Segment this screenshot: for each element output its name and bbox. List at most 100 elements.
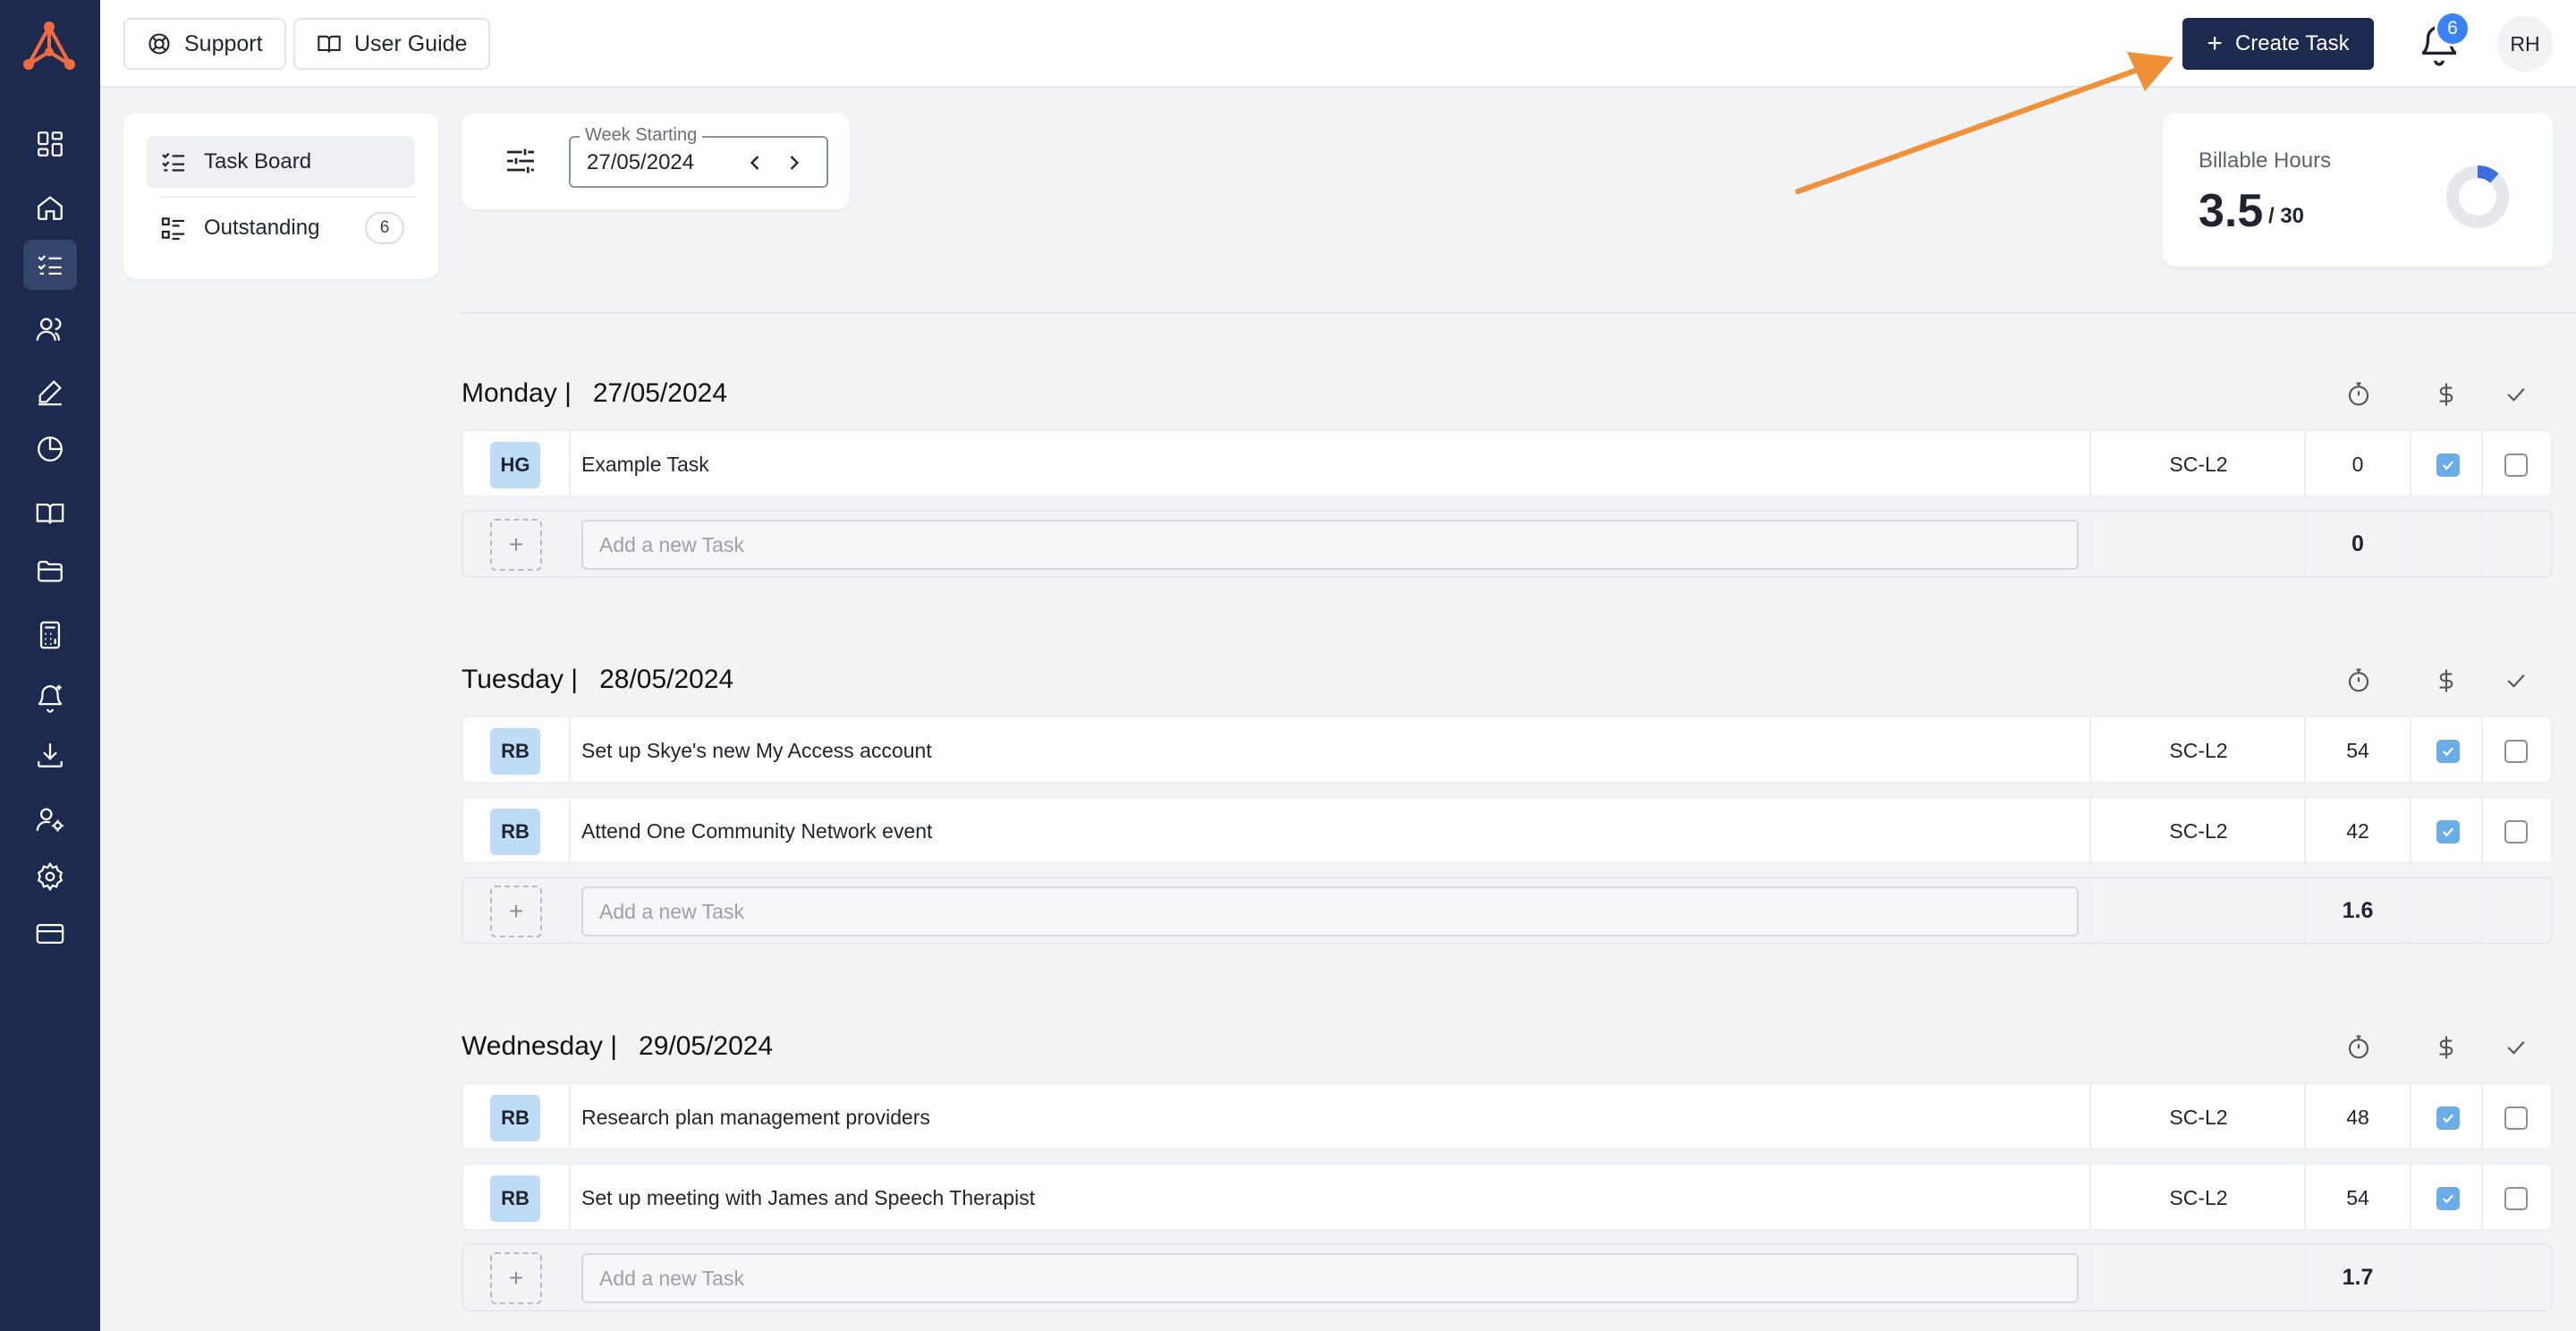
day-date: 27/05/2024: [592, 378, 728, 408]
billable-checkbox[interactable]: [2436, 1106, 2460, 1130]
cell-separator: [2089, 1245, 2091, 1310]
task-time: 48: [2346, 1106, 2369, 1129]
nav-card: Task Board Outstanding 6: [123, 113, 438, 279]
cell-separator: [569, 1084, 571, 1149]
task-row[interactable]: RB Set up meeting with James and Speech T…: [462, 1163, 2553, 1231]
task-time: 42: [2346, 819, 2369, 843]
billable-checkbox[interactable]: [2436, 740, 2460, 763]
done-checkbox[interactable]: [2504, 740, 2528, 763]
user-avatar[interactable]: RH: [2497, 16, 2553, 72]
home-icon[interactable]: [23, 182, 77, 233]
nav-item-outstanding[interactable]: Outstanding 6: [147, 202, 415, 254]
cell-separator: [2481, 431, 2483, 496]
week-starting-value: 27/05/2024: [587, 150, 695, 174]
check-icon: [2503, 381, 2529, 408]
task-row[interactable]: HG Example Task SC-L2 0: [462, 429, 2553, 497]
pie-chart-icon[interactable]: [23, 424, 77, 474]
dashboard-icon[interactable]: [23, 119, 77, 169]
add-task-input[interactable]: [581, 1253, 2079, 1303]
billable-hours-total: / 30: [2268, 204, 2305, 228]
task-name[interactable]: Example Task: [581, 453, 709, 477]
download-icon[interactable]: [23, 730, 77, 780]
gear-icon[interactable]: [23, 852, 77, 902]
task-row[interactable]: RB Research plan management providers SC-L…: [462, 1082, 2553, 1150]
app-logo[interactable]: [20, 20, 79, 73]
cell-separator: [569, 878, 571, 943]
week-starting-field[interactable]: Week Starting 27/05/2024: [569, 125, 828, 188]
task-name[interactable]: Attend One Community Network event: [581, 819, 932, 844]
support-button[interactable]: Support: [123, 18, 286, 70]
billable-donut-chart: [2446, 165, 2509, 228]
billable-checkbox[interactable]: [2436, 1187, 2460, 1210]
book-icon[interactable]: [23, 488, 77, 538]
day-header: Monday | 27/05/2024: [462, 376, 727, 411]
add-task-input[interactable]: [581, 886, 2079, 937]
task-name[interactable]: Set up meeting with James and Speech The…: [581, 1186, 1035, 1210]
done-checkbox[interactable]: [2504, 820, 2528, 844]
nav-item-task-board[interactable]: Task Board: [147, 136, 415, 188]
timer-icon: [2345, 667, 2372, 694]
task-row[interactable]: RB Attend One Community Network event SC-L…: [462, 796, 2553, 864]
bell-plus-icon[interactable]: [23, 673, 77, 723]
add-task-plus-button[interactable]: +: [490, 1252, 542, 1304]
dollar-icon: [2433, 667, 2460, 694]
day-name: Tuesday |: [462, 665, 579, 694]
filter-card: Week Starting 27/05/2024: [462, 113, 850, 209]
task-list-icon[interactable]: [23, 240, 77, 290]
assignee-initials[interactable]: HG: [490, 442, 540, 488]
nav-item-label: Task Board: [204, 149, 312, 174]
support-label: Support: [184, 30, 263, 56]
add-task-row: +1.7: [462, 1243, 2553, 1311]
done-checkbox[interactable]: [2504, 1106, 2528, 1130]
day-name: Monday |: [462, 378, 572, 408]
cell-separator: [2410, 1165, 2411, 1229]
annotation-arrow: [1795, 52, 2174, 194]
task-name[interactable]: Research plan management providers: [581, 1106, 930, 1130]
cell-separator: [2410, 1084, 2411, 1149]
add-task-plus-button[interactable]: +: [490, 886, 542, 937]
billable-checkbox[interactable]: [2436, 820, 2460, 844]
task-code: SC-L2: [2169, 1186, 2228, 1209]
add-task-input[interactable]: [581, 520, 2079, 570]
user-settings-icon[interactable]: [23, 794, 77, 844]
day-total-hours: 1.6: [2342, 898, 2374, 923]
cell-separator: [569, 1245, 571, 1310]
chevron-left-icon[interactable]: [742, 150, 767, 175]
folder-icon[interactable]: [23, 546, 77, 596]
assignee-initials[interactable]: RB: [490, 1175, 540, 1222]
create-task-button[interactable]: + Create Task: [2182, 18, 2374, 70]
credit-card-icon[interactable]: [23, 909, 77, 959]
billable-checkbox[interactable]: [2436, 454, 2460, 477]
nav-item-label: Outstanding: [204, 216, 320, 240]
task-name[interactable]: Set up Skye's new My Access account: [581, 739, 932, 763]
done-checkbox[interactable]: [2504, 454, 2528, 477]
task-time: 54: [2346, 1186, 2369, 1209]
signature-pen-icon[interactable]: [23, 367, 77, 417]
task-code: SC-L2: [2169, 453, 2228, 476]
cell-separator: [569, 1165, 571, 1229]
day-total-hours: 1.7: [2342, 1265, 2374, 1290]
chevron-right-icon[interactable]: [782, 150, 807, 175]
user-guide-label: User Guide: [354, 30, 468, 56]
user-guide-button[interactable]: User Guide: [293, 18, 491, 70]
cell-separator: [2410, 717, 2411, 782]
create-task-label: Create Task: [2234, 31, 2350, 55]
task-time: 54: [2346, 739, 2369, 762]
book-open-icon: [317, 31, 342, 56]
assignee-initials[interactable]: RB: [490, 809, 540, 855]
cell-separator: [569, 717, 571, 782]
task-time: 0: [2351, 453, 2364, 476]
assignee-initials[interactable]: RB: [490, 728, 540, 775]
day-header: Tuesday | 28/05/2024: [462, 662, 733, 698]
cell-separator: [2410, 512, 2411, 576]
task-row[interactable]: RB Set up Skye's new My Access account SC-…: [462, 716, 2553, 784]
task-code: SC-L2: [2169, 739, 2228, 762]
users-icon[interactable]: [23, 304, 77, 354]
add-task-plus-button[interactable]: +: [490, 519, 542, 571]
calculator-icon[interactable]: [23, 610, 77, 660]
billable-hours-card: Billable Hours 3.5 / 30: [2163, 113, 2553, 267]
task-code: SC-L2: [2169, 819, 2228, 843]
assignee-initials[interactable]: RB: [490, 1095, 540, 1141]
filter-sliders-icon[interactable]: [503, 143, 538, 179]
done-checkbox[interactable]: [2504, 1187, 2528, 1210]
